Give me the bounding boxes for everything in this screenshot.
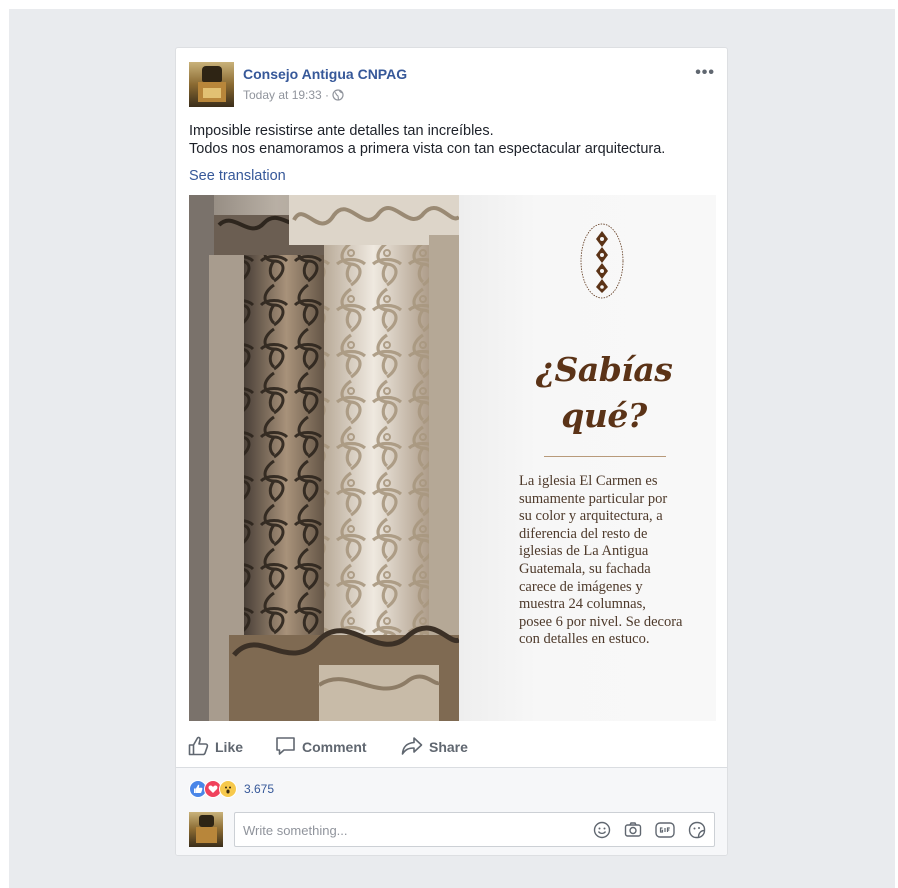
post-card: Consejo Antigua CNPAG Today at 19:33 · •…: [175, 47, 728, 856]
post-header: Consejo Antigua CNPAG Today at 19:33 · •…: [189, 62, 715, 107]
comment-tools: [580, 821, 706, 839]
cnpag-seal-logo: [580, 223, 624, 299]
gif-icon[interactable]: [655, 821, 675, 839]
like-button[interactable]: Like: [188, 732, 243, 762]
fact-paragraph: La iglesia El Carmen es sumamente partic…: [519, 473, 699, 649]
thumbs-up-icon: [188, 736, 215, 759]
fact-line: carece de imágenes y: [519, 578, 643, 595]
share-button[interactable]: Share: [401, 732, 468, 762]
comment-box[interactable]: [234, 812, 715, 848]
camera-icon[interactable]: [624, 821, 642, 839]
page-name-link[interactable]: Consejo Antigua CNPAG: [243, 66, 407, 82]
wow-icon: [219, 780, 237, 798]
post-text-line: Imposible resistirse ante detalles tan i…: [189, 123, 494, 139]
sticker-icon[interactable]: [688, 821, 706, 839]
fact-line: diferencia del resto de: [519, 525, 648, 542]
post-text: Imposible resistirse ante detalles tan i…: [189, 122, 719, 158]
action-bar: Like Comment Share: [188, 732, 715, 762]
fact-line: con detalles en estuco.: [519, 631, 650, 648]
fact-line: La iglesia El Carmen es: [519, 473, 658, 489]
fact-line: muestra 24 columnas,: [519, 596, 646, 613]
post-meta: Today at 19:33 ·: [243, 88, 344, 102]
reactions-summary[interactable]: 3.675: [189, 779, 274, 799]
fact-line: posee 6 por nivel. Se decora: [519, 613, 683, 630]
user-avatar[interactable]: [189, 812, 223, 847]
post-footer: 3.675: [176, 767, 727, 855]
comment-bubble-icon: [275, 736, 302, 759]
globe-icon: [332, 88, 344, 102]
comment-input[interactable]: [241, 813, 545, 848]
post-timestamp[interactable]: Today at 19:33 ·: [243, 88, 332, 102]
see-translation-link[interactable]: See translation: [189, 168, 286, 184]
heading-divider: [544, 456, 666, 457]
comment-composer: [189, 812, 715, 849]
page-avatar[interactable]: [189, 62, 234, 107]
more-options-button[interactable]: •••: [695, 64, 715, 82]
comment-button[interactable]: Comment: [275, 732, 367, 762]
share-label: Share: [429, 739, 468, 755]
fact-line: Guatemala, su fachada: [519, 560, 651, 577]
emoji-icon[interactable]: [593, 821, 611, 839]
share-arrow-icon: [401, 736, 429, 759]
did-you-know-heading: ¿Sabías qué?: [514, 347, 694, 439]
fact-line: sumamente particular por: [519, 490, 668, 507]
like-label: Like: [215, 739, 244, 755]
reaction-count[interactable]: 3.675: [244, 782, 274, 796]
fact-line: su color y arquitectura, a: [519, 508, 663, 525]
ornate-columns-photo: [189, 195, 479, 721]
heading-line-2: qué?: [561, 396, 647, 435]
post-text-line: Todos nos enamoramos a primera vista con…: [189, 141, 666, 157]
post-image[interactable]: ¿Sabías qué? La iglesia El Carmen es sum…: [189, 195, 716, 721]
heading-line-1: ¿Sabías: [535, 350, 673, 389]
fact-line: iglesias de La Antigua: [519, 543, 649, 560]
comment-label: Comment: [302, 739, 367, 755]
